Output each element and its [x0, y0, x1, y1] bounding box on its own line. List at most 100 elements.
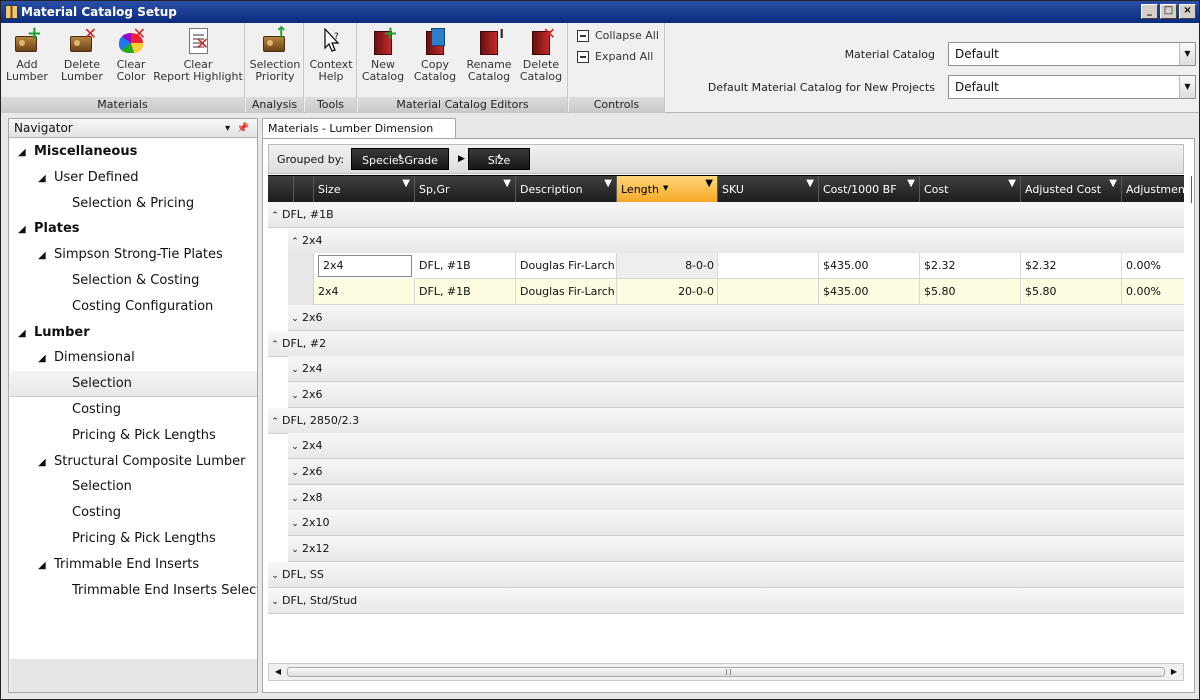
- column-header-adjusted-cost[interactable]: Adjusted Cost ▼: [1021, 176, 1122, 203]
- chevron-down-icon[interactable]: ⌄: [288, 306, 302, 332]
- context-help-button[interactable]: ? Context Help: [308, 26, 354, 83]
- table-row[interactable]: 2x4DFL, #1BDouglas Fir-Larch #1B20-0-0 $4…: [314, 279, 1184, 306]
- collapse-all-button[interactable]: Collapse All: [577, 27, 659, 45]
- subgroup-row[interactable]: ⌄ 2x6: [288, 459, 1184, 485]
- chevron-up-icon[interactable]: ⌃: [268, 332, 282, 358]
- clear-report-highlight-button[interactable]: ✕ Clear Report Highlight: [153, 26, 243, 83]
- material-catalog-select[interactable]: Default ▼: [948, 42, 1196, 66]
- horizontal-scrollbar[interactable]: ◀ ▶: [268, 663, 1184, 681]
- chevron-down-icon[interactable]: ⌄: [288, 537, 302, 563]
- chevron-down-icon[interactable]: ⌄: [288, 511, 302, 537]
- filter-icon[interactable]: ▼: [1008, 178, 1016, 190]
- subgroup-row[interactable]: ⌄ 2x6: [288, 304, 1184, 332]
- table-row[interactable]: 2x4DFL, #1BDouglas Fir-Larch #1B8-0-0 $43…: [314, 253, 1184, 280]
- nav-item[interactable]: Selection: [10, 371, 257, 398]
- cell-size[interactable]: 2x4: [314, 279, 415, 306]
- chevron-down-icon[interactable]: ⌄: [288, 357, 302, 383]
- delete-catalog-button[interactable]: ✕ Delete Catalog: [518, 26, 564, 83]
- nav-item[interactable]: Costing Configuration: [10, 294, 257, 320]
- group-row[interactable]: ⌃ DFL, #2: [268, 330, 1184, 358]
- subgroup-row[interactable]: ⌃ 2x4: [288, 227, 1184, 255]
- chevron-down-icon[interactable]: ⌄: [288, 460, 302, 486]
- pin-icon[interactable]: ▾ 📌: [225, 119, 249, 138]
- column-header-adjustment[interactable]: Adjustment: [1122, 176, 1192, 203]
- expand-triangle-icon[interactable]: ◢: [38, 450, 54, 475]
- expand-triangle-icon[interactable]: ◢: [38, 166, 54, 191]
- subgroup-row[interactable]: ⌄ 2x4: [288, 356, 1184, 383]
- nav-item[interactable]: ◢ User Defined: [10, 165, 257, 191]
- column-header-sp-gr[interactable]: Sp,Gr ▼: [415, 176, 516, 203]
- column-header-cost-1000-bf[interactable]: Cost/1000 BF ▼: [819, 176, 920, 203]
- group-row[interactable]: ⌃ DFL, 2850/2.3: [268, 407, 1184, 435]
- maximize-button[interactable]: □: [1160, 4, 1177, 19]
- chevron-down-icon[interactable]: ⌄: [288, 434, 302, 460]
- subgroup-row[interactable]: ⌄ 2x8: [288, 484, 1184, 512]
- nav-item[interactable]: Costing: [10, 397, 257, 423]
- chevron-up-icon[interactable]: ⌃: [288, 229, 302, 255]
- filter-icon[interactable]: ▼: [604, 178, 612, 190]
- chevron-down-icon[interactable]: ▼: [1179, 43, 1195, 65]
- new-catalog-button[interactable]: + New Catalog: [361, 25, 405, 83]
- group-row[interactable]: ⌄ DFL, Std/Stud: [268, 587, 1184, 615]
- nav-item[interactable]: Pricing & Pick Lengths: [10, 526, 257, 552]
- group-chip-size[interactable]: Size: [468, 148, 530, 170]
- filter-icon[interactable]: ▼: [806, 178, 814, 190]
- copy-catalog-button[interactable]: Copy Catalog: [412, 26, 458, 83]
- expand-triangle-icon[interactable]: ◢: [38, 346, 54, 371]
- nav-item[interactable]: ◢ Lumber: [10, 320, 257, 346]
- chevron-down-icon[interactable]: ⌄: [268, 563, 282, 589]
- expand-triangle-icon[interactable]: ◢: [18, 140, 34, 165]
- nav-item[interactable]: Costing: [10, 500, 257, 526]
- nav-item[interactable]: ◢ Structural Composite Lumber: [10, 449, 257, 475]
- clear-color-button[interactable]: ✕ Clear Color: [111, 26, 151, 83]
- close-button[interactable]: ×: [1179, 4, 1196, 19]
- minimize-button[interactable]: _: [1141, 4, 1158, 19]
- subgroup-row[interactable]: ⌄ 2x4: [288, 433, 1184, 460]
- expand-triangle-icon[interactable]: ◢: [38, 553, 54, 578]
- nav-item[interactable]: ◢ Simpson Strong-Tie Plates: [10, 242, 257, 268]
- expand-all-button[interactable]: Expand All: [577, 48, 653, 66]
- subgroup-row[interactable]: ⌄ 2x6: [288, 381, 1184, 409]
- delete-lumber-button[interactable]: ✕ Delete Lumber: [58, 26, 106, 83]
- group-row[interactable]: ⌄ DFL, SS: [268, 561, 1184, 589]
- expand-triangle-icon[interactable]: ◢: [18, 217, 34, 242]
- scroll-left-icon[interactable]: ◀: [270, 664, 286, 680]
- filter-icon[interactable]: ▼: [402, 178, 410, 190]
- group-row[interactable]: ⌃ DFL, #1B: [268, 202, 1184, 228]
- chevron-down-icon[interactable]: ⌄: [288, 486, 302, 512]
- add-lumber-button[interactable]: + Add Lumber: [5, 25, 49, 83]
- group-chip-speciesgrade[interactable]: SpeciesGrade: [351, 148, 449, 170]
- filter-icon[interactable]: ▼: [1109, 178, 1117, 190]
- column-header-size[interactable]: Size ▼: [314, 176, 415, 203]
- cell-size[interactable]: 2x4: [318, 255, 412, 278]
- column-header-description[interactable]: Description ▼: [516, 176, 617, 203]
- nav-item[interactable]: ◢ Dimensional: [10, 345, 257, 371]
- scroll-thumb[interactable]: [287, 667, 1165, 677]
- chevron-up-icon[interactable]: ⌃: [268, 409, 282, 435]
- tab-lumber-dimension-costing[interactable]: Materials - Lumber Dimension Costing: [262, 118, 456, 154]
- chevron-down-icon[interactable]: ⌄: [268, 589, 282, 615]
- chevron-down-icon[interactable]: ▼: [1179, 76, 1195, 98]
- subgroup-row[interactable]: ⌄ 2x12: [288, 536, 1184, 563]
- subgroup-row[interactable]: ⌄ 2x10: [288, 510, 1184, 537]
- rename-catalog-button[interactable]: I Rename Catalog: [464, 26, 514, 83]
- selection-priority-button[interactable]: ↑ Selection Priority: [249, 25, 301, 83]
- default-catalog-select[interactable]: Default ▼: [948, 75, 1196, 99]
- scroll-right-icon[interactable]: ▶: [1166, 664, 1182, 680]
- nav-item[interactable]: ◢ Trimmable End Inserts: [10, 552, 257, 578]
- nav-item[interactable]: ◢ Plates: [10, 216, 257, 242]
- nav-item[interactable]: Trimmable End Inserts Selection: [10, 578, 257, 604]
- nav-item[interactable]: Selection & Pricing: [10, 191, 257, 217]
- column-header-cost[interactable]: Cost ▼: [920, 176, 1021, 203]
- nav-item[interactable]: Selection: [10, 474, 257, 500]
- column-header-sku[interactable]: SKU ▼: [718, 176, 819, 203]
- nav-item[interactable]: Pricing & Pick Lengths: [10, 423, 257, 449]
- expand-triangle-icon[interactable]: ◢: [18, 321, 34, 346]
- chevron-up-icon[interactable]: ⌃: [268, 203, 282, 229]
- chevron-down-icon[interactable]: ⌄: [288, 383, 302, 409]
- filter-icon[interactable]: ▼: [705, 178, 713, 190]
- filter-icon[interactable]: ▼: [503, 178, 511, 190]
- column-header-length[interactable]: Length ▼ ▼: [617, 176, 718, 203]
- nav-item[interactable]: Selection & Costing: [10, 268, 257, 294]
- expand-triangle-icon[interactable]: ◢: [38, 243, 54, 268]
